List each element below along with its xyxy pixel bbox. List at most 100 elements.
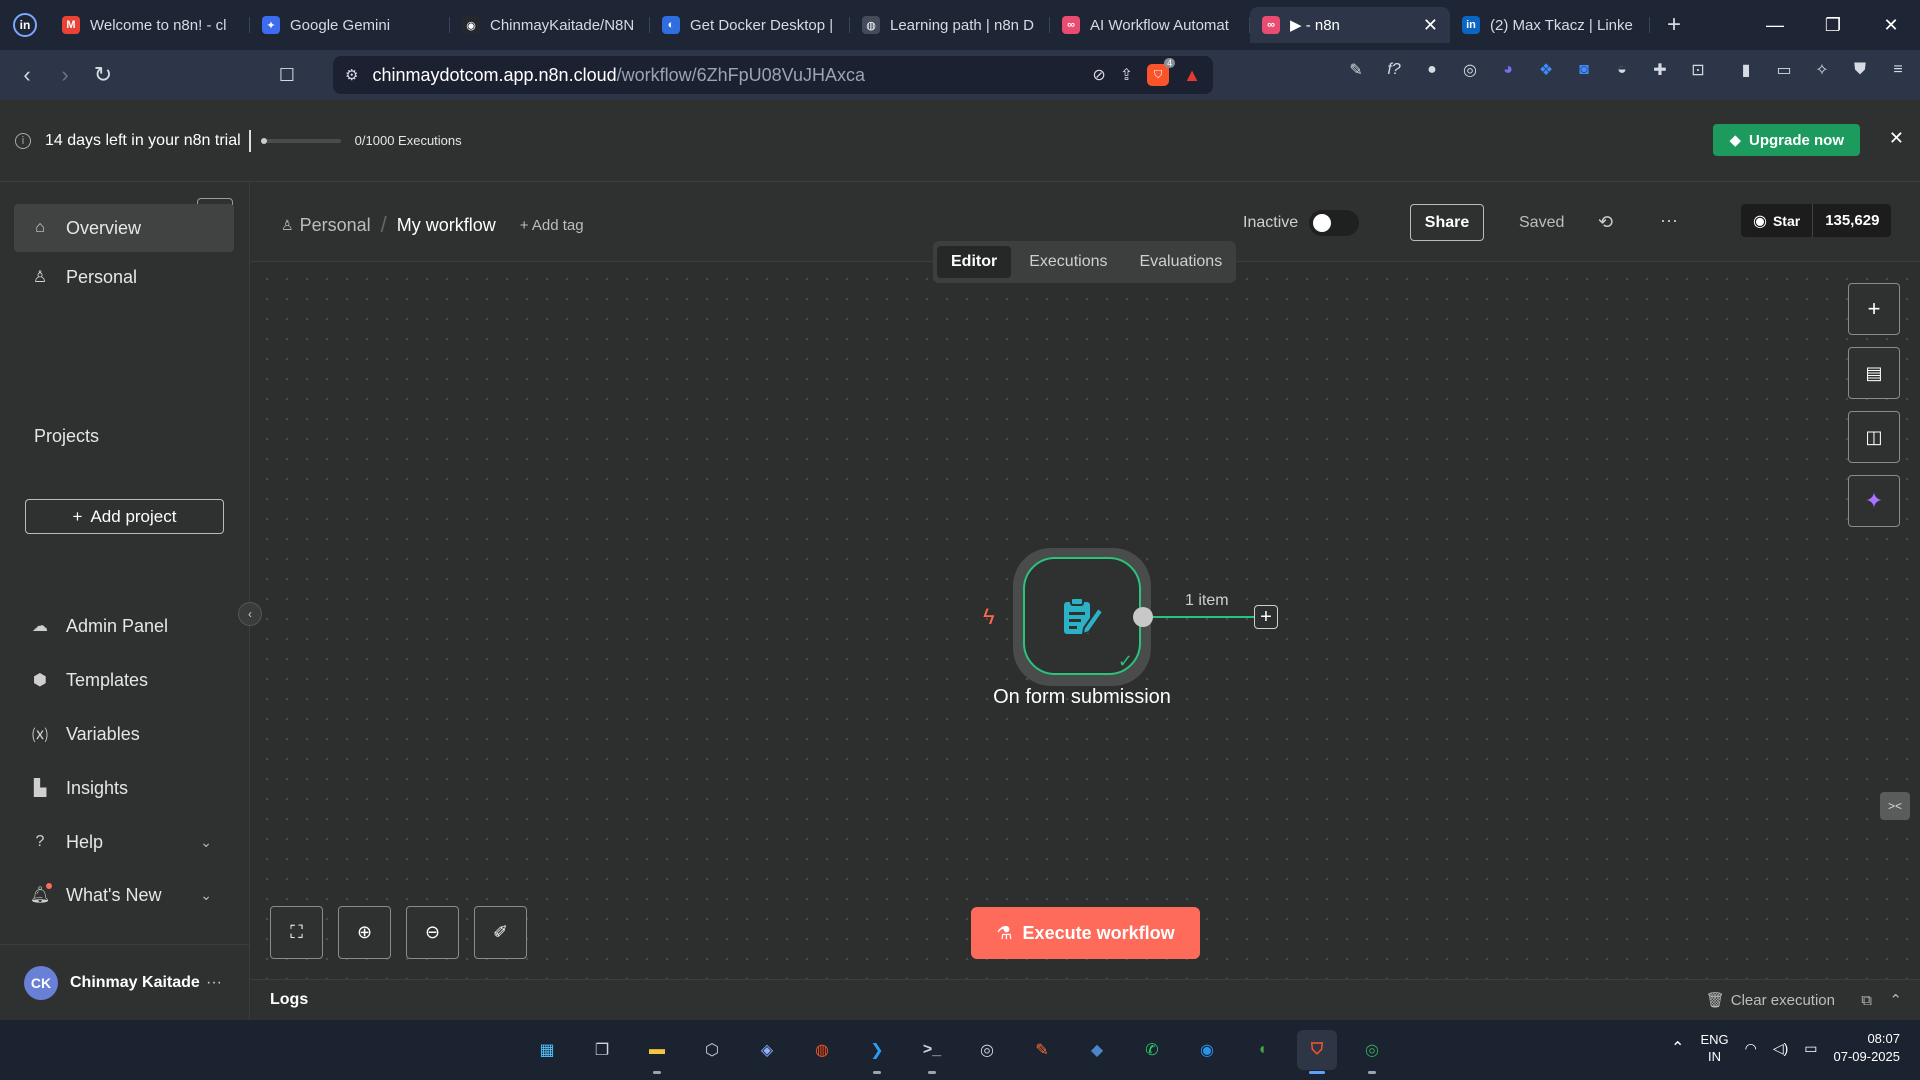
sidebar-item-admin-panel[interactable]: ☁ Admin Panel xyxy=(14,602,234,650)
volume-icon[interactable]: ◁) xyxy=(1773,1040,1788,1057)
close-tab-icon[interactable]: ✕ xyxy=(1423,15,1438,36)
sidebar-item-variables[interactable]: ⒳ Variables xyxy=(14,710,234,758)
new-tab-button[interactable]: + xyxy=(1656,7,1692,43)
docker-icon[interactable]: ◉ xyxy=(1187,1030,1227,1070)
brave-icon[interactable]: ⛉ xyxy=(1297,1030,1337,1074)
share-button[interactable]: Share xyxy=(1410,204,1484,241)
tidy-up-icon[interactable]: ✐ xyxy=(474,906,527,959)
brave-rewards-icon[interactable]: ▲ xyxy=(1183,65,1201,86)
sidebar-toggle-icon[interactable]: ▮ xyxy=(1734,58,1758,82)
minimize-button[interactable]: — xyxy=(1746,0,1804,50)
sidebar-item-insights[interactable]: ▙ Insights xyxy=(14,764,234,812)
camera-off-icon[interactable]: ⊘ xyxy=(1092,65,1105,85)
url-text[interactable]: chinmaydotcom.app.n8n.cloud/workflow/6Zh… xyxy=(372,65,1078,86)
github-star-button[interactable]: ◉ Star 135,629 xyxy=(1741,204,1892,237)
github-star[interactable]: ◉ Star xyxy=(1741,204,1814,237)
color-picker-extension-icon[interactable]: ✎ xyxy=(1344,58,1368,82)
add-node-button[interactable]: + xyxy=(1848,283,1900,335)
sidebar-item-templates[interactable]: ⬢ Templates xyxy=(14,656,234,704)
browser-tab[interactable]: ◐ Get Docker Desktop | xyxy=(650,7,850,43)
extensions-puzzle-icon[interactable]: ✚ xyxy=(1648,58,1672,82)
battery-icon[interactable]: ▭ xyxy=(1804,1040,1817,1057)
clock[interactable]: 08:07 07-09-2025 xyxy=(1834,1030,1901,1066)
zoom-out-icon[interactable]: ⊖ xyxy=(406,906,459,959)
zoom-in-icon[interactable]: ⊕ xyxy=(338,906,391,959)
fx-extension-icon[interactable]: f? xyxy=(1382,58,1406,82)
browser-tab[interactable]: ✦ Google Gemini xyxy=(250,7,450,43)
sidebar-item-overview[interactable]: ⌂ Overview xyxy=(14,204,234,252)
sticky-note-icon[interactable]: ▤ xyxy=(1848,347,1900,399)
collapse-sidebar-button[interactable]: ‹ xyxy=(238,602,262,626)
file-explorer-icon[interactable]: ▬ xyxy=(637,1030,677,1074)
mysql-icon[interactable]: ◆ xyxy=(1077,1030,1117,1070)
add-next-node-button[interactable]: + xyxy=(1254,605,1278,629)
git-icon[interactable]: ◈ xyxy=(747,1030,787,1070)
more-options-icon[interactable]: ··· xyxy=(1660,210,1678,231)
browser-profile-button[interactable]: in xyxy=(8,8,42,42)
connection-line[interactable] xyxy=(1150,616,1254,618)
browser-tab[interactable]: ◍ Learning path | n8n D xyxy=(850,7,1050,43)
sidebar-item-whats-new[interactable]: 🔔︎ What's New ⌄ xyxy=(14,871,234,919)
address-bar[interactable]: ⚙ chinmaydotcom.app.n8n.cloud/workflow/6… xyxy=(333,56,1213,94)
site-settings-icon[interactable]: ⚙ xyxy=(345,66,358,84)
reload-button[interactable]: ↻ xyxy=(84,56,122,94)
whatsapp-icon[interactable]: ✆ xyxy=(1132,1030,1172,1070)
pop-out-icon[interactable]: ⧉ xyxy=(1861,992,1872,1009)
obs-icon[interactable]: ◎ xyxy=(967,1030,1007,1070)
chevron-up-icon[interactable]: ⌃ xyxy=(1889,991,1902,1009)
user-menu[interactable]: CK Chinmay Kaitade ··· xyxy=(0,944,250,1020)
sidebar-item-help[interactable]: ? Help ⌄ xyxy=(14,818,234,866)
restore-button[interactable]: ❐ xyxy=(1804,0,1862,50)
extension-target-icon[interactable]: ◎ xyxy=(1458,58,1482,82)
sidebar-item-personal[interactable]: ♙ Personal xyxy=(14,253,234,301)
workflow-name[interactable]: My workflow xyxy=(397,215,496,236)
browser-menu-icon[interactable]: ≡ xyxy=(1886,58,1910,82)
figma-icon[interactable]: ◍ xyxy=(802,1030,842,1070)
logs-panel-bar[interactable]: Logs 🗑︎ Clear execution ⧉ ⌃ xyxy=(251,979,1920,1020)
tab-executions[interactable]: Executions xyxy=(1015,246,1121,278)
language-indicator[interactable]: ENG IN xyxy=(1700,1031,1728,1065)
wallet-icon[interactable]: ▭ xyxy=(1772,58,1796,82)
task-view-icon[interactable]: ❐ xyxy=(582,1030,622,1070)
close-banner-icon[interactable]: ✕ xyxy=(1889,128,1904,149)
activate-toggle[interactable] xyxy=(1309,210,1359,236)
browser-tab[interactable]: ◉ ChinmayKaitade/N8N xyxy=(450,7,650,43)
execute-workflow-button[interactable]: ⚗ Execute workflow xyxy=(971,907,1200,959)
extension-screenshot-icon[interactable]: ⊡ xyxy=(1686,58,1710,82)
bookmark-icon[interactable]: ☐ xyxy=(268,56,306,94)
back-button[interactable]: ‹ xyxy=(8,56,46,94)
chevron-up-icon[interactable]: ⌃ xyxy=(1671,1038,1684,1058)
browser-tab[interactable]: ∞ ▶ - n8n ✕ xyxy=(1250,7,1450,43)
add-tag-link[interactable]: + Add tag xyxy=(520,217,584,234)
wifi-icon[interactable]: ◠ xyxy=(1745,1040,1757,1057)
breadcrumb-project[interactable]: ♙ Personal xyxy=(281,215,371,236)
form-trigger-node[interactable]: ✓ xyxy=(1013,548,1151,686)
extension-gray-icon[interactable]: ◒ xyxy=(1610,58,1634,82)
brave-shields-icon[interactable]: ⛉ 4 xyxy=(1147,58,1176,86)
browser-tab[interactable]: M Welcome to n8n! - cl xyxy=(50,7,250,43)
panel-toggle-icon[interactable]: ◫ xyxy=(1848,411,1900,463)
postman-icon[interactable]: ✎ xyxy=(1022,1030,1062,1070)
browser-tab[interactable]: ∞ AI Workflow Automat xyxy=(1050,7,1250,43)
fit-view-icon[interactable]: ⛶ xyxy=(270,906,323,959)
tab-evaluations[interactable]: Evaluations xyxy=(1125,246,1236,278)
vscode-icon[interactable]: ❯ xyxy=(857,1030,897,1074)
unity-icon[interactable]: ⬡ xyxy=(692,1030,732,1070)
extension-paw-icon[interactable]: ❖ xyxy=(1534,58,1558,82)
windows-start-icon[interactable]: ▦ xyxy=(527,1030,567,1070)
forward-button[interactable]: › xyxy=(46,56,84,94)
add-project-button[interactable]: + Add project xyxy=(25,499,224,534)
chrome-icon[interactable]: ◎ xyxy=(1352,1030,1392,1074)
tab-editor[interactable]: Editor xyxy=(937,246,1012,278)
leo-ai-icon[interactable]: ✧ xyxy=(1810,58,1834,82)
extension-c-icon[interactable]: ◕ xyxy=(1496,58,1520,82)
share-page-icon[interactable]: ⇪ xyxy=(1120,65,1133,85)
history-icon[interactable]: ⟲ xyxy=(1598,212,1613,233)
extension-circle-icon[interactable]: ● xyxy=(1420,58,1444,82)
node-output-handle[interactable] xyxy=(1133,607,1153,627)
upgrade-now-button[interactable]: ◆ Upgrade now xyxy=(1713,124,1860,156)
vpn-icon[interactable]: ⛊ xyxy=(1848,58,1872,82)
clear-execution-button[interactable]: 🗑︎ Clear execution xyxy=(1706,991,1835,1010)
close-window-button[interactable]: ✕ xyxy=(1862,0,1920,50)
chat-widget-icon[interactable]: >< xyxy=(1880,792,1910,820)
